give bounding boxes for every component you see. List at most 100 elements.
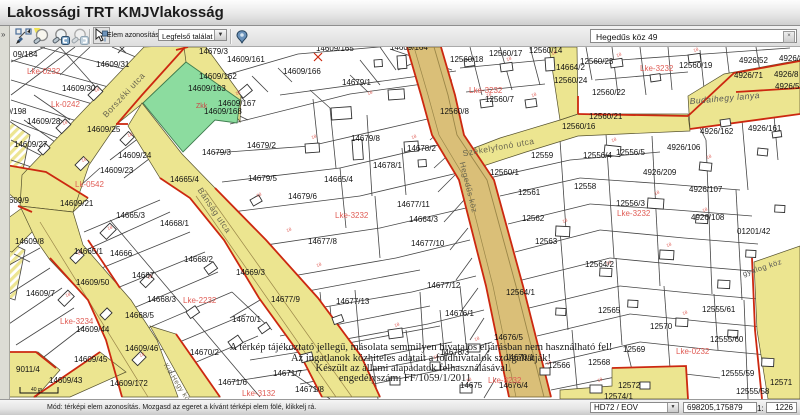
- svg-text:40 m: 40 m: [31, 387, 42, 393]
- svg-text:14609/8: 14609/8: [15, 237, 44, 246]
- svg-text:Lke-2232: Lke-2232: [183, 296, 217, 305]
- svg-text:14609/46: 14609/46: [125, 344, 159, 353]
- svg-text:12562: 12562: [522, 214, 545, 223]
- svg-text:14609/165: 14609/165: [316, 47, 354, 53]
- svg-text:4926/161: 4926/161: [748, 124, 782, 133]
- svg-text:14609/30: 14609/30: [62, 84, 96, 93]
- svg-text:14609/27: 14609/27: [14, 140, 48, 149]
- svg-text:14666: 14666: [110, 249, 133, 258]
- svg-text:14609/162: 14609/162: [199, 72, 237, 81]
- svg-text:14664/2: 14664/2: [556, 63, 585, 72]
- svg-text:12556/5: 12556/5: [616, 148, 645, 157]
- svg-text:A térkép tájékoztató jellegű,: A térkép tájékoztató jellegű, másolata s…: [230, 342, 613, 353]
- svg-text:14609/168: 14609/168: [204, 107, 242, 116]
- svg-text:14668/1: 14668/1: [160, 219, 189, 228]
- svg-text:12568: 12568: [588, 358, 611, 367]
- svg-text:14679/8: 14679/8: [351, 134, 380, 143]
- svg-text:14677/8: 14677/8: [308, 237, 337, 246]
- svg-text:14664/3: 14664/3: [409, 215, 438, 224]
- svg-text:14671/7: 14671/7: [273, 369, 302, 378]
- svg-text:Lke-0232: Lke-0232: [676, 347, 710, 356]
- svg-text:14609/164: 14609/164: [390, 47, 428, 52]
- svg-text:14665/3: 14665/3: [116, 211, 145, 220]
- svg-text:14609/161: 14609/161: [227, 55, 265, 64]
- svg-text:12574/1: 12574/1: [604, 392, 633, 399]
- svg-text:12560/23: 12560/23: [580, 57, 614, 66]
- svg-text:14668/3: 14668/3: [147, 295, 176, 304]
- svg-text:Lke-3232: Lke-3232: [335, 211, 369, 220]
- svg-text:14679/5: 14679/5: [248, 174, 277, 183]
- svg-text:14679/3: 14679/3: [199, 47, 228, 56]
- svg-text:12555/58: 12555/58: [736, 387, 770, 396]
- svg-text:12560/19: 12560/19: [679, 61, 713, 70]
- svg-text:14679/1: 14679/1: [342, 78, 371, 87]
- svg-text:4926/209: 4926/209: [643, 168, 677, 177]
- svg-text:engedélyszám: FF/1059/1/2011: engedélyszám: FF/1059/1/2011: [339, 373, 471, 384]
- svg-text:14665/1: 14665/1: [74, 247, 103, 256]
- svg-text:4926/107: 4926/107: [689, 185, 723, 194]
- svg-text:Lke-3234: Lke-3234: [60, 317, 94, 326]
- svg-text:12563: 12563: [535, 237, 558, 246]
- svg-text:4926/5: 4926/5: [775, 82, 800, 91]
- svg-text:14609/43: 14609/43: [49, 376, 83, 385]
- svg-text:12572: 12572: [618, 381, 641, 390]
- svg-text:14677/9: 14677/9: [271, 295, 300, 304]
- svg-text:Lke-3232: Lke-3232: [617, 209, 651, 218]
- svg-text:14609/45: 14609/45: [74, 355, 108, 364]
- svg-text:12570: 12570: [650, 322, 673, 331]
- svg-text:14609/24: 14609/24: [118, 151, 152, 160]
- svg-text:12560/17: 12560/17: [489, 49, 523, 58]
- svg-text:14677/12: 14677/12: [427, 281, 461, 290]
- svg-text:14609/50: 14609/50: [76, 278, 110, 287]
- svg-text:12560/14: 12560/14: [529, 47, 563, 55]
- svg-text:12555/61: 12555/61: [702, 305, 736, 314]
- svg-text:12564/1: 12564/1: [506, 288, 535, 297]
- svg-text:4926/8: 4926/8: [779, 54, 800, 63]
- svg-text:4926/108: 4926/108: [691, 213, 725, 222]
- svg-text:4926/8: 4926/8: [774, 70, 799, 79]
- svg-text:12560/16: 12560/16: [562, 122, 596, 131]
- svg-text:14679/3: 14679/3: [202, 148, 231, 157]
- svg-text:14677/11: 14677/11: [397, 200, 430, 209]
- svg-text:14609/23: 14609/23: [100, 166, 134, 175]
- svg-text:Lke-0232: Lke-0232: [27, 67, 61, 76]
- svg-text:14665/4: 14665/4: [324, 175, 353, 184]
- svg-text:14676/5: 14676/5: [494, 333, 523, 342]
- svg-text:14678/1: 14678/1: [373, 161, 402, 170]
- svg-text:14677/13: 14677/13: [336, 297, 370, 306]
- svg-text:12560/21: 12560/21: [589, 112, 623, 121]
- svg-text:14609/28: 14609/28: [27, 117, 61, 126]
- svg-text:14609/21: 14609/21: [60, 199, 94, 208]
- svg-text:14671/8: 14671/8: [295, 385, 324, 394]
- svg-text:12571: 12571: [770, 378, 793, 387]
- svg-text:12564/2: 12564/2: [585, 260, 614, 269]
- svg-text:12560/22: 12560/22: [592, 88, 626, 97]
- svg-text:14679/6: 14679/6: [288, 192, 317, 201]
- svg-text:Lk-0242: Lk-0242: [51, 100, 80, 109]
- svg-text:12555/60: 12555/60: [710, 335, 744, 344]
- svg-text:4926/71: 4926/71: [734, 71, 763, 80]
- svg-text:12559: 12559: [531, 151, 554, 160]
- svg-text:12560/24: 12560/24: [554, 76, 588, 85]
- svg-text:14668/5: 14668/5: [125, 311, 154, 320]
- svg-text:09/184: 09/184: [13, 50, 38, 59]
- svg-text:Lk-0542: Lk-0542: [75, 180, 104, 189]
- svg-text:9011/4: 9011/4: [16, 365, 40, 374]
- svg-text:Lke-3232: Lke-3232: [469, 86, 503, 95]
- svg-text:12555/59: 12555/59: [721, 369, 755, 378]
- svg-text:12556/3: 12556/3: [616, 199, 645, 208]
- svg-text:12560/7: 12560/7: [485, 95, 514, 104]
- svg-text:01201/42: 01201/42: [737, 227, 771, 236]
- svg-text:14678/2: 14678/2: [407, 144, 436, 153]
- svg-text:14667: 14667: [132, 271, 155, 280]
- svg-text:14670/2: 14670/2: [190, 348, 219, 357]
- svg-text:14676/1: 14676/1: [445, 309, 474, 318]
- svg-text:14609/163: 14609/163: [188, 84, 226, 93]
- svg-text:14609/25: 14609/25: [87, 125, 121, 134]
- svg-text:14669/3: 14669/3: [236, 268, 265, 277]
- svg-text:Lke-3232: Lke-3232: [640, 64, 674, 73]
- svg-text:12556/4: 12556/4: [583, 151, 612, 160]
- svg-text:4926/162: 4926/162: [700, 127, 734, 136]
- svg-text:14671/6: 14671/6: [218, 378, 247, 387]
- svg-text:14679/2: 14679/2: [247, 141, 276, 150]
